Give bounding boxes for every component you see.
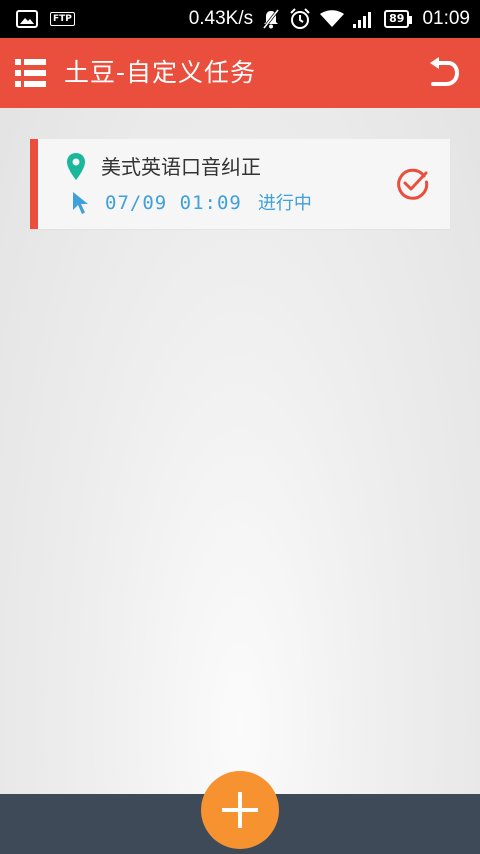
wifi-icon — [320, 10, 345, 27]
task-title: 美式英语口音纠正 — [101, 155, 261, 179]
task-meta: 07/09 01:09 进行中 — [105, 189, 312, 218]
plus-icon — [222, 792, 258, 828]
undo-icon[interactable] — [428, 56, 460, 90]
alarm-icon — [290, 8, 310, 29]
clock: 01:09 — [422, 8, 470, 29]
network-speed: 0.43K/s — [188, 8, 254, 29]
task-datetime: 07/09 01:09 — [105, 192, 242, 214]
add-task-button[interactable] — [201, 771, 279, 849]
notification-muted-icon — [262, 9, 280, 29]
status-right: 0.43K/s 89 01:09 — [189, 0, 470, 38]
battery-icon: 89 — [384, 10, 413, 28]
status-bar: FTP 0.43K/s 89 01:09 — [0, 0, 480, 38]
list-icon[interactable] — [14, 56, 48, 90]
app-bar: 土豆-自定义任务 — [0, 38, 480, 108]
signal-icon — [353, 12, 372, 28]
check-circle-icon[interactable] — [396, 167, 430, 201]
status-left: FTP — [16, 0, 75, 38]
task-card[interactable]: 美式英语口音纠正 07/09 01:09 进行中 — [30, 139, 450, 229]
location-pin-icon — [67, 153, 85, 180]
page-title: 土豆-自定义任务 — [64, 58, 257, 87]
ftp-icon: FTP — [50, 12, 75, 26]
image-icon — [16, 10, 38, 28]
cursor-icon — [73, 192, 88, 214]
task-status: 进行中 — [257, 193, 312, 214]
